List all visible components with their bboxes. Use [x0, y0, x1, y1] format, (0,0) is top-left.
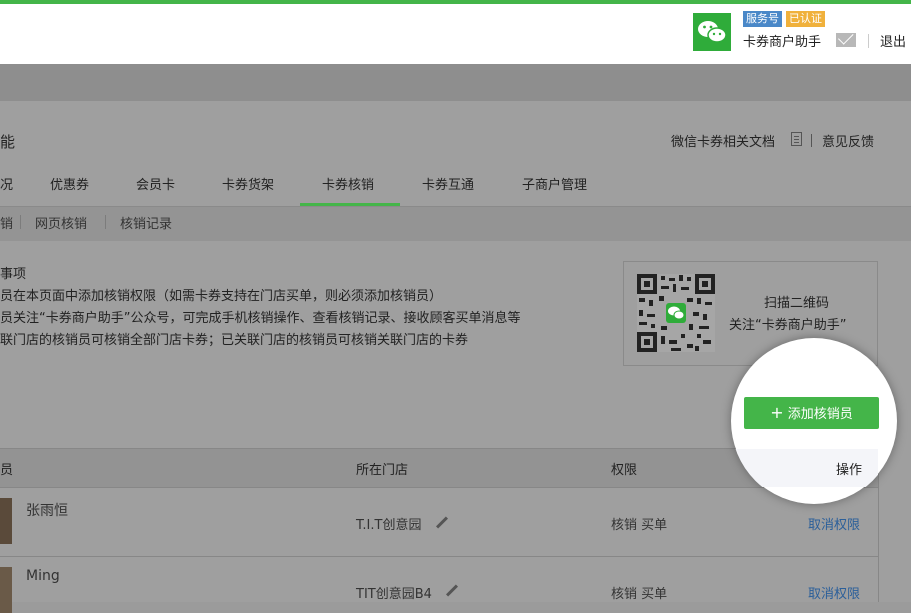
- avatar: [0, 567, 12, 613]
- tab-overview[interactable]: 况: [0, 174, 13, 193]
- add-redeemer-label: 添加核销员: [787, 407, 853, 422]
- account-name[interactable]: 卡券商户助手: [743, 31, 821, 50]
- tab-card-shelf[interactable]: 卡券货架: [222, 174, 274, 193]
- store-name: TIT创意园B4: [356, 587, 432, 602]
- store-name: T.I.T创意园: [356, 518, 422, 533]
- permission-text: 核销 买单: [611, 518, 668, 533]
- doc-link[interactable]: 微信卡券相关文档: [671, 131, 775, 150]
- tab-sub-merchant[interactable]: 子商户管理: [522, 174, 587, 193]
- qr-follow-label: 关注“卡券商户助手”: [729, 318, 847, 333]
- logout-link[interactable]: 退出: [880, 31, 906, 50]
- notice-line: 联门店的核销员可核销全部门店卡券；已关联门店的核销员可核销关联门店的卡券: [0, 333, 469, 348]
- header-divider: [868, 34, 869, 48]
- feedback-link[interactable]: 意见反馈: [822, 131, 874, 150]
- notice-line: 员在本页面中添加核销权限（如需卡券支持在门店买单，则必须添加核销员）: [0, 289, 443, 304]
- link-divider: [811, 134, 812, 147]
- subtab-redeem-records[interactable]: 核销记录: [120, 213, 172, 232]
- verified-badge: 已认证: [786, 11, 825, 27]
- qr-scan-label: 扫描二维码: [764, 296, 830, 311]
- overlay-band: [0, 64, 911, 101]
- subtab-redeem[interactable]: 销: [0, 213, 13, 232]
- column-header-store: 所在门店: [356, 463, 409, 478]
- column-header-action: 操作: [836, 463, 863, 478]
- add-redeemer-button[interactable]: + 添加核销员: [744, 397, 879, 429]
- subtab-divider: [20, 215, 21, 229]
- column-header-permission: 权限: [611, 463, 638, 478]
- tab-interop[interactable]: 卡券互通: [422, 174, 474, 193]
- subtab-web-redeem[interactable]: 网页核销: [35, 213, 87, 232]
- tab-coupons[interactable]: 优惠券: [50, 174, 89, 193]
- page-title: 能: [0, 133, 16, 151]
- notice-title: 事项: [0, 267, 27, 282]
- service-account-badge: 服务号: [743, 11, 782, 27]
- mail-icon[interactable]: [836, 33, 856, 47]
- document-icon[interactable]: [791, 132, 802, 146]
- tab-redemption[interactable]: 卡券核销: [322, 174, 374, 193]
- subtab-divider: [105, 215, 106, 229]
- qr-code-icon: [637, 274, 715, 352]
- staff-name: Ming: [26, 568, 60, 584]
- staff-name: 张雨恒: [26, 503, 68, 519]
- wechat-logo-icon: [693, 13, 731, 51]
- plus-icon: +: [770, 403, 784, 422]
- avatar: [0, 498, 12, 544]
- revoke-permission-link[interactable]: 取消权限: [808, 514, 860, 533]
- notice-line: 员关注“卡券商户助手”公众号，可完成手机核销操作、查看核销记录、接收顾客买单消息…: [0, 311, 521, 326]
- tab-member-card[interactable]: 会员卡: [136, 174, 175, 193]
- permission-text: 核销 买单: [611, 587, 668, 602]
- column-header-staff: 员: [0, 463, 14, 478]
- revoke-permission-link[interactable]: 取消权限: [808, 583, 860, 602]
- row-divider: [0, 556, 878, 557]
